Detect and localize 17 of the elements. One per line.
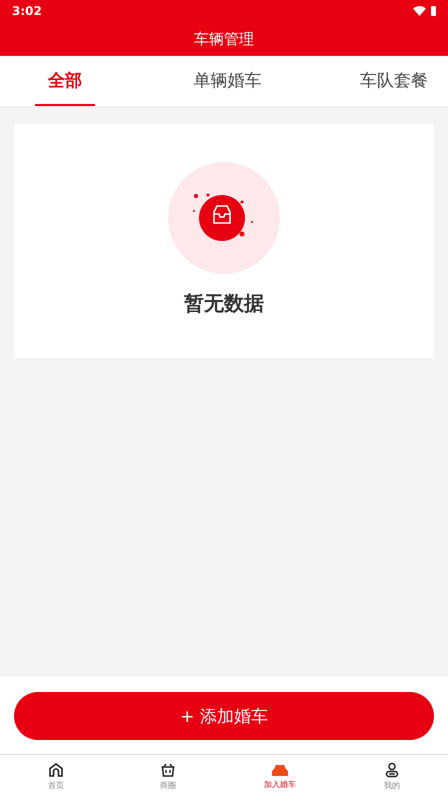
tab[interactable]: 全部 bbox=[35, 56, 95, 106]
nav-item[interactable]: 加入婚车 bbox=[224, 755, 336, 797]
person-icon bbox=[384, 762, 400, 778]
add-car-button[interactable]: + 添加婚车 bbox=[14, 692, 434, 740]
empty-message: 暂无数据 bbox=[184, 290, 264, 317]
car-icon bbox=[271, 762, 289, 776]
tab[interactable]: 车队套餐 bbox=[360, 56, 428, 106]
tab[interactable]: 单辆婚车 bbox=[194, 56, 262, 106]
empty-inbox-icon bbox=[168, 162, 280, 274]
status-icons bbox=[412, 5, 438, 17]
clock: 3:02 bbox=[12, 4, 42, 18]
page-title: 车辆管理 bbox=[193, 28, 255, 50]
nav-item[interactable]: 我的 bbox=[336, 755, 448, 797]
nav-item[interactable]: 首页 bbox=[0, 755, 112, 797]
nav-item[interactable]: 商圈 bbox=[112, 755, 224, 797]
basket-icon bbox=[160, 762, 176, 778]
home-icon bbox=[48, 762, 64, 778]
